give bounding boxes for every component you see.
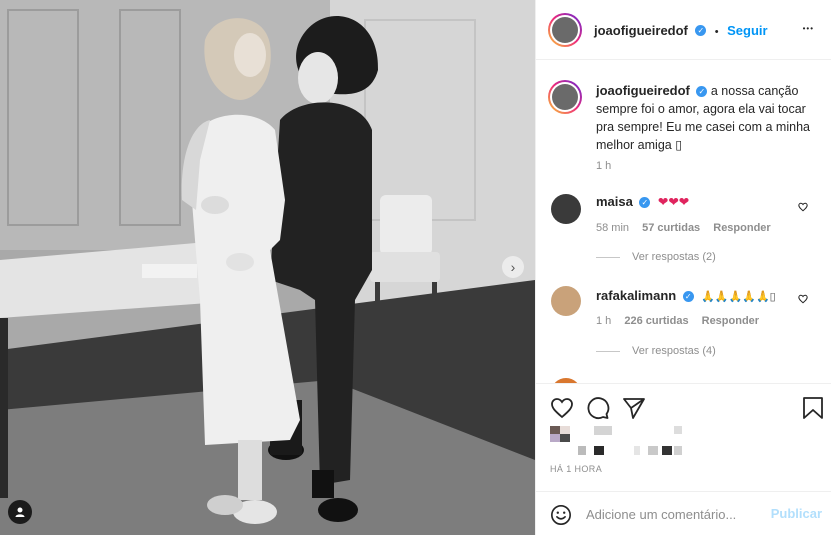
comment-text: ❤❤❤ [657, 195, 690, 209]
comment-bubble-icon[interactable] [586, 396, 610, 420]
separator-dot: • [714, 26, 719, 38]
bookmark-icon[interactable] [802, 396, 824, 420]
add-comment-bar: Publicar [536, 491, 831, 536]
post-header: joaofigueiredof ✓ • Seguir ••• [536, 0, 831, 60]
comment-age[interactable]: 1 h [596, 315, 611, 327]
comment-like-heart-icon[interactable] [798, 202, 808, 212]
view-replies-button[interactable]: Ver respostas (4) [596, 345, 716, 357]
comment-likes[interactable]: 57 curtidas [642, 222, 700, 234]
paper-plane-icon[interactable] [622, 396, 646, 420]
comment-meta: 1 h 226 curtidas Responder [596, 315, 759, 327]
liked-by-preview [550, 426, 682, 455]
heart-outline-icon[interactable] [550, 396, 574, 420]
caption-age[interactable]: 1 h [596, 160, 611, 172]
caption: joaofigueiredof ✓ a nossa canção sempre … [596, 82, 816, 154]
comment-body: rafakalimann ✓ 🙏🙏🙏🙏🙏▯ [596, 288, 776, 303]
author-username[interactable]: joaofigueiredof [594, 23, 688, 38]
more-options-button[interactable]: ••• [803, 22, 814, 34]
verified-badge-icon: ✓ [695, 25, 707, 37]
reply-button[interactable]: Responder [713, 222, 770, 234]
view-replies-button[interactable]: Ver respostas (2) [596, 251, 716, 263]
user-tag-icon [15, 507, 25, 517]
caption-author-avatar[interactable] [548, 80, 582, 114]
caption-username[interactable]: joaofigueiredof [596, 83, 690, 98]
comment-meta: 58 min 57 curtidas Responder [596, 222, 771, 234]
comment-avatar[interactable] [551, 286, 581, 316]
post-image [0, 0, 535, 535]
publish-button[interactable]: Publicar [771, 506, 822, 521]
comment-text: 🙏🙏🙏🙏🙏▯ [701, 291, 776, 303]
post-timestamp[interactable]: HÁ 1 HORA [550, 464, 602, 474]
comment-input[interactable] [584, 506, 768, 523]
author-avatar[interactable] [548, 13, 582, 47]
comments-list[interactable]: joaofigueiredof ✓ a nossa canção sempre … [536, 60, 831, 383]
view-replies-label: Ver respostas (4) [632, 345, 716, 357]
next-photo-button[interactable]: › [502, 256, 524, 278]
tagged-users-button[interactable] [8, 500, 32, 524]
comment-age[interactable]: 58 min [596, 222, 629, 234]
smiley-icon[interactable] [550, 504, 572, 526]
follow-button[interactable]: Seguir [727, 23, 767, 38]
comment-username[interactable]: rafakalimann [596, 288, 676, 303]
comment-body: maisa ✓ ❤❤❤ [596, 194, 689, 209]
verified-badge-icon: ✓ [696, 86, 708, 98]
reply-button[interactable]: Responder [702, 315, 759, 327]
comment-username[interactable]: maisa [596, 194, 633, 209]
view-replies-label: Ver respostas (2) [632, 251, 716, 263]
more-options-icon: ••• [802, 24, 814, 33]
verified-badge-icon: ✓ [639, 197, 651, 209]
comment-avatar[interactable] [551, 194, 581, 224]
chevron-right-icon: › [510, 259, 516, 275]
caption-emoji: ▯ [675, 138, 683, 152]
verified-badge-icon: ✓ [682, 291, 694, 303]
comment-likes[interactable]: 226 curtidas [624, 315, 688, 327]
post-photo[interactable]: › [0, 0, 535, 535]
liked-by-avatars[interactable] [550, 426, 690, 461]
post-side-panel: joaofigueiredof ✓ • Seguir ••• joaofigue… [535, 0, 831, 535]
comment-like-heart-icon[interactable] [798, 294, 808, 304]
post-actions: HÁ 1 HORA Publicar [536, 383, 831, 535]
